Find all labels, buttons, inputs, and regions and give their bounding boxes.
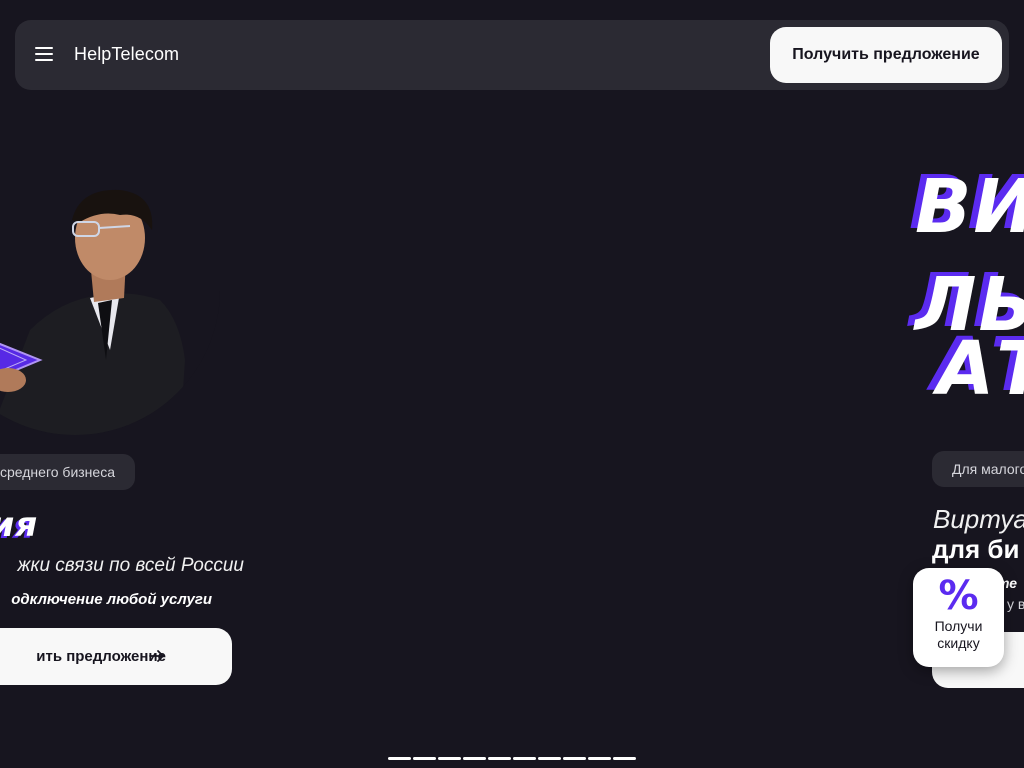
pager-dot[interactable] bbox=[388, 757, 411, 760]
pager-dot[interactable] bbox=[513, 757, 536, 760]
discount-label: Получи скидку bbox=[934, 618, 983, 651]
percent-icon: % bbox=[938, 573, 979, 619]
slide-subtitle: жки связи по всей России bbox=[17, 555, 244, 576]
pager-dot[interactable] bbox=[563, 757, 586, 760]
slide-title-line-1: Виртуа bbox=[933, 504, 1024, 534]
arrow-right-icon bbox=[149, 650, 164, 662]
pager-dot[interactable] bbox=[463, 757, 486, 760]
segment-tag: Для малого bbox=[932, 451, 1024, 487]
page: HelpTelecom Получить предложение среднег… bbox=[0, 0, 1024, 768]
pager-dot[interactable] bbox=[613, 757, 636, 760]
hamburger-menu-icon[interactable] bbox=[35, 46, 53, 62]
slide-title-line-2: для би bbox=[932, 534, 1020, 564]
pager-dot[interactable] bbox=[538, 757, 561, 760]
slide-medium-business: среднего бизнеса альные решения жки связ… bbox=[0, 115, 370, 695]
pager-dot[interactable] bbox=[488, 757, 511, 760]
slider-pagination bbox=[388, 757, 636, 761]
top-header: HelpTelecom Получить предложение bbox=[15, 20, 1009, 90]
hero-word-line-3: АТ bbox=[937, 326, 1024, 412]
hero-word-line-1: ВИ bbox=[915, 164, 1024, 250]
slide-description: у в bbox=[1007, 596, 1024, 612]
segment-tag: среднего бизнеса bbox=[0, 454, 135, 490]
site-logo[interactable]: HelpTelecom bbox=[74, 44, 179, 65]
pager-dot[interactable] bbox=[588, 757, 611, 760]
slide-get-offer-button[interactable]: ить предложение bbox=[0, 628, 232, 685]
slide-title: альные решения bbox=[0, 505, 39, 545]
slide-highlight: одключение любой услуги bbox=[11, 591, 212, 608]
get-offer-button[interactable]: Получить предложение bbox=[770, 27, 1002, 83]
slide-cta-label: ить предложение bbox=[36, 648, 166, 665]
pager-dot[interactable] bbox=[438, 757, 461, 760]
discount-widget[interactable]: % Получи скидку bbox=[913, 568, 1004, 667]
pager-dot[interactable] bbox=[413, 757, 436, 760]
businessman-photo bbox=[0, 120, 220, 435]
